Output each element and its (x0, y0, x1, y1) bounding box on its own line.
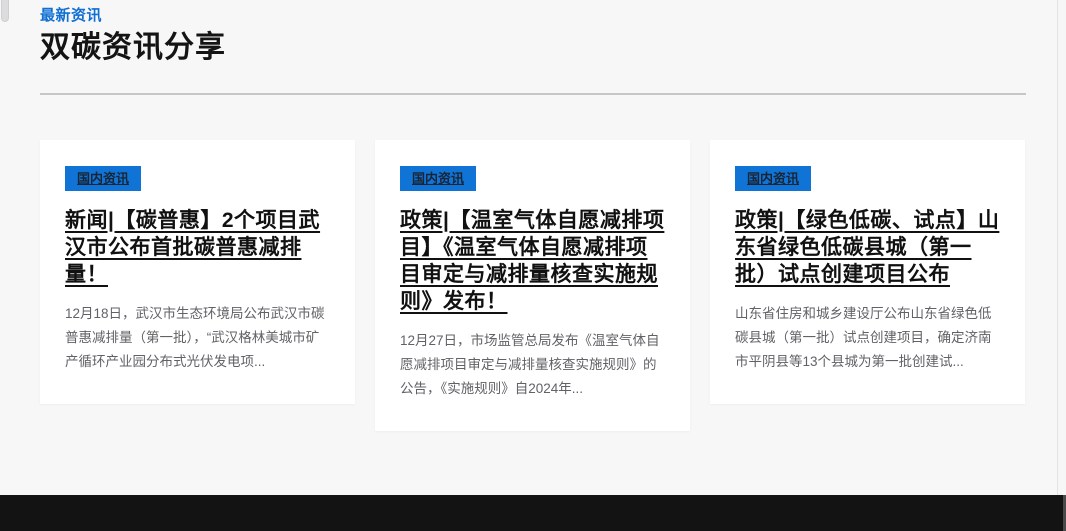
category-badge[interactable]: 国内资讯 (400, 166, 476, 191)
news-section-page: 最新资讯 双碳资讯分享 国内资讯 新闻|【碳普惠】2个项目武汉市公布首批碳普惠减… (0, 0, 1066, 531)
scrollbar-thumb[interactable] (1, 0, 9, 22)
news-excerpt: 12月27日，市场监管总局发布《温室气体自愿减排项目审定与减排量核查实施规则》的… (400, 329, 665, 401)
news-excerpt: 12月18日，武汉市生态环境局公布武汉市碳普惠减排量（第一批），“武汉格林美城市… (65, 302, 330, 374)
news-excerpt: 山东省住房和城乡建设厅公布山东省绿色低碳县城（第一批）试点创建项目，确定济南市平… (735, 302, 1000, 374)
section-divider (40, 93, 1026, 95)
news-card: 国内资讯 新闻|【碳普惠】2个项目武汉市公布首批碳普惠减排量！ 12月18日，武… (40, 140, 355, 404)
section-eyebrow: 最新资讯 (40, 6, 1026, 26)
news-card: 国内资讯 政策|【绿色低碳、试点】山东省绿色低碳县城（第一批）试点创建项目公布 … (710, 140, 1025, 404)
news-card-list: 国内资讯 新闻|【碳普惠】2个项目武汉市公布首批碳普惠减排量！ 12月18日，武… (40, 140, 1026, 431)
category-badge[interactable]: 国内资讯 (735, 166, 811, 191)
scrollbar-track[interactable] (1057, 0, 1066, 495)
footer-bar (0, 495, 1066, 531)
content-area: 最新资讯 双碳资讯分享 国内资讯 新闻|【碳普惠】2个项目武汉市公布首批碳普惠减… (0, 0, 1066, 431)
news-card: 国内资讯 政策|【温室气体自愿减排项目】《温室气体自愿减排项目审定与减排量核查实… (375, 140, 690, 431)
news-title-link[interactable]: 政策|【绿色低碳、试点】山东省绿色低碳县城（第一批）试点创建项目公布 (735, 207, 1000, 288)
category-badge[interactable]: 国内资讯 (65, 166, 141, 191)
news-title-link[interactable]: 新闻|【碳普惠】2个项目武汉市公布首批碳普惠减排量！ (65, 207, 330, 288)
news-title-link[interactable]: 政策|【温室气体自愿减排项目】《温室气体自愿减排项目审定与减排量核查实施规则》发… (400, 207, 665, 315)
page-title: 双碳资讯分享 (40, 29, 1026, 67)
